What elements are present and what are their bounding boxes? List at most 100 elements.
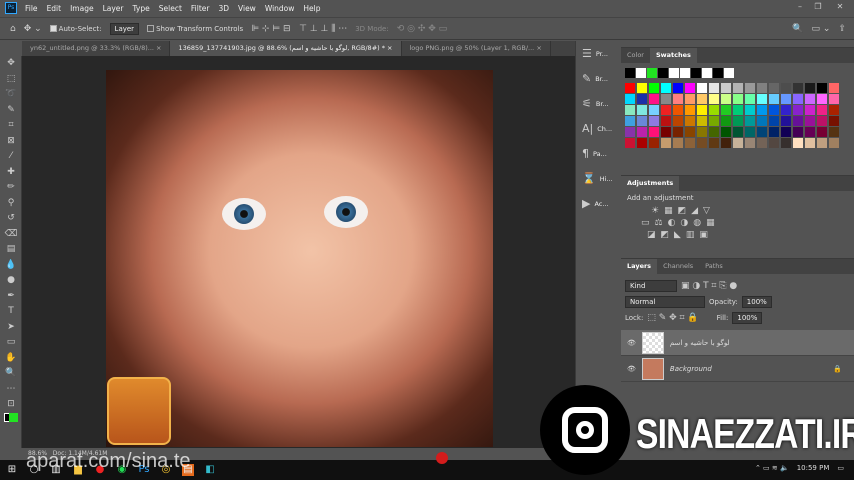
swatch[interactable] xyxy=(649,105,659,115)
swatch[interactable] xyxy=(685,127,695,137)
swatch[interactable] xyxy=(697,105,707,115)
swatch[interactable] xyxy=(697,138,707,148)
swatch[interactable] xyxy=(697,127,707,137)
adjustment-icons-row1[interactable]: ☀▦◩◢▽ xyxy=(621,205,854,217)
swatch[interactable] xyxy=(647,68,657,78)
swatch[interactable] xyxy=(733,138,743,148)
frame-tool-icon[interactable]: ⊠ xyxy=(0,134,22,150)
crop-tool-icon[interactable]: ⌗ xyxy=(0,118,22,134)
dock-history[interactable]: ⌛ Hi... xyxy=(576,166,620,191)
menu-help[interactable]: Help xyxy=(303,4,320,13)
swatch[interactable] xyxy=(769,83,779,93)
swatch[interactable] xyxy=(721,116,731,126)
eraser-tool-icon[interactable]: ⌫ xyxy=(0,227,22,243)
swatch[interactable] xyxy=(685,116,695,126)
swatch[interactable] xyxy=(805,105,815,115)
swatch[interactable] xyxy=(817,138,827,148)
swatch[interactable] xyxy=(769,94,779,104)
swatch[interactable] xyxy=(661,127,671,137)
swatch[interactable] xyxy=(724,68,734,78)
swatch[interactable] xyxy=(757,127,767,137)
swatch[interactable] xyxy=(697,94,707,104)
dodge-tool-icon[interactable]: ● xyxy=(0,273,22,289)
fill-input[interactable]: 100% xyxy=(732,312,763,324)
swatch[interactable] xyxy=(673,94,683,104)
swatch[interactable] xyxy=(733,83,743,93)
path-select-icon[interactable]: ➤ xyxy=(0,320,22,336)
swatch[interactable] xyxy=(733,94,743,104)
3d-tools-icons[interactable]: ⟲ ◎ ✣ ✥ ▭ xyxy=(397,24,447,34)
swatch[interactable] xyxy=(817,105,827,115)
swatch[interactable] xyxy=(649,116,659,126)
swatch[interactable] xyxy=(721,94,731,104)
swatch[interactable] xyxy=(781,138,791,148)
swatch[interactable] xyxy=(713,68,723,78)
swatch[interactable] xyxy=(745,83,755,93)
swatch[interactable] xyxy=(757,138,767,148)
swatch[interactable] xyxy=(637,83,647,93)
search-icon[interactable]: 🔍 xyxy=(792,24,803,34)
layer-row-background[interactable]: 👁 Background 🔒 xyxy=(621,356,854,382)
pen-tool-icon[interactable]: ✒ xyxy=(0,289,22,305)
menu-3d[interactable]: 3D xyxy=(218,4,229,13)
move-tool-icon[interactable]: ✥ xyxy=(0,56,22,72)
dock-properties[interactable]: ☰ Pr... xyxy=(576,41,620,66)
layer-name[interactable]: Background xyxy=(670,365,712,373)
swatch[interactable] xyxy=(793,83,803,93)
auto-select-checkbox[interactable]: Auto-Select: xyxy=(49,25,102,33)
swatch[interactable] xyxy=(661,138,671,148)
swatch[interactable] xyxy=(829,127,839,137)
swatch[interactable] xyxy=(781,83,791,93)
restore-button[interactable]: ❐ xyxy=(808,2,828,14)
swatch[interactable] xyxy=(625,68,635,78)
quick-select-tool-icon[interactable]: ✎ xyxy=(0,103,22,119)
show-transform-checkbox[interactable]: Show Transform Controls xyxy=(147,25,243,33)
swatch[interactable] xyxy=(817,116,827,126)
clock[interactable]: 10:59 PM xyxy=(797,464,830,472)
gradient-tool-icon[interactable]: ▤ xyxy=(0,242,22,258)
swatch[interactable] xyxy=(721,127,731,137)
shape-tool-icon[interactable]: ▭ xyxy=(0,335,22,351)
swatch[interactable] xyxy=(781,105,791,115)
swatch[interactable] xyxy=(805,127,815,137)
tab-yn62[interactable]: yn62_untitled.png @ 33.3% (RGB/8)... × xyxy=(22,41,171,56)
swatch[interactable] xyxy=(817,127,827,137)
swatch[interactable] xyxy=(637,138,647,148)
dock-character[interactable]: A| Ch... xyxy=(576,116,620,141)
swatch[interactable] xyxy=(685,83,695,93)
adjustment-icons-row2[interactable]: ▭⚖◐◑◍▦ xyxy=(621,217,854,229)
menu-select[interactable]: Select xyxy=(159,4,182,13)
swatch[interactable] xyxy=(697,83,707,93)
align-icons[interactable]: ⊫ ⊹ ⊨ ⊟ ⊤ ⊥ ⊥ ⫼ ⋯ xyxy=(251,24,347,34)
app2-icon[interactable]: ◧ xyxy=(204,464,216,476)
swatch[interactable] xyxy=(661,105,671,115)
swatch[interactable] xyxy=(721,105,731,115)
swatch[interactable] xyxy=(649,127,659,137)
swatch[interactable] xyxy=(709,127,719,137)
swatch[interactable] xyxy=(805,116,815,126)
swatch[interactable] xyxy=(769,116,779,126)
swatch[interactable] xyxy=(691,68,701,78)
swatch[interactable] xyxy=(757,83,767,93)
adjustment-icons-row3[interactable]: ◪◩◣▥▣ xyxy=(621,229,854,241)
swatch[interactable] xyxy=(673,138,683,148)
layer-row-logo[interactable]: 👁 لوگو با حاشیه و اسم xyxy=(621,330,854,356)
swatch[interactable] xyxy=(829,138,839,148)
swatch[interactable] xyxy=(733,116,743,126)
swatch[interactable] xyxy=(709,83,719,93)
swatch[interactable] xyxy=(781,127,791,137)
more-tools-icon[interactable]: ⋯ xyxy=(0,382,22,398)
swatch[interactable] xyxy=(637,105,647,115)
swatch[interactable] xyxy=(673,127,683,137)
swatch[interactable] xyxy=(793,105,803,115)
layer-filter-kind[interactable]: Kind xyxy=(625,280,677,292)
edit-toolbar-icon[interactable]: ⊡ xyxy=(0,397,22,413)
swatch[interactable] xyxy=(793,138,803,148)
close-window-button[interactable]: ✕ xyxy=(830,2,850,14)
swatch[interactable] xyxy=(709,94,719,104)
swatch[interactable] xyxy=(637,127,647,137)
swatch[interactable] xyxy=(769,138,779,148)
swatch[interactable] xyxy=(769,105,779,115)
brush-tool-icon[interactable]: ✏ xyxy=(0,180,22,196)
swatch[interactable] xyxy=(661,83,671,93)
